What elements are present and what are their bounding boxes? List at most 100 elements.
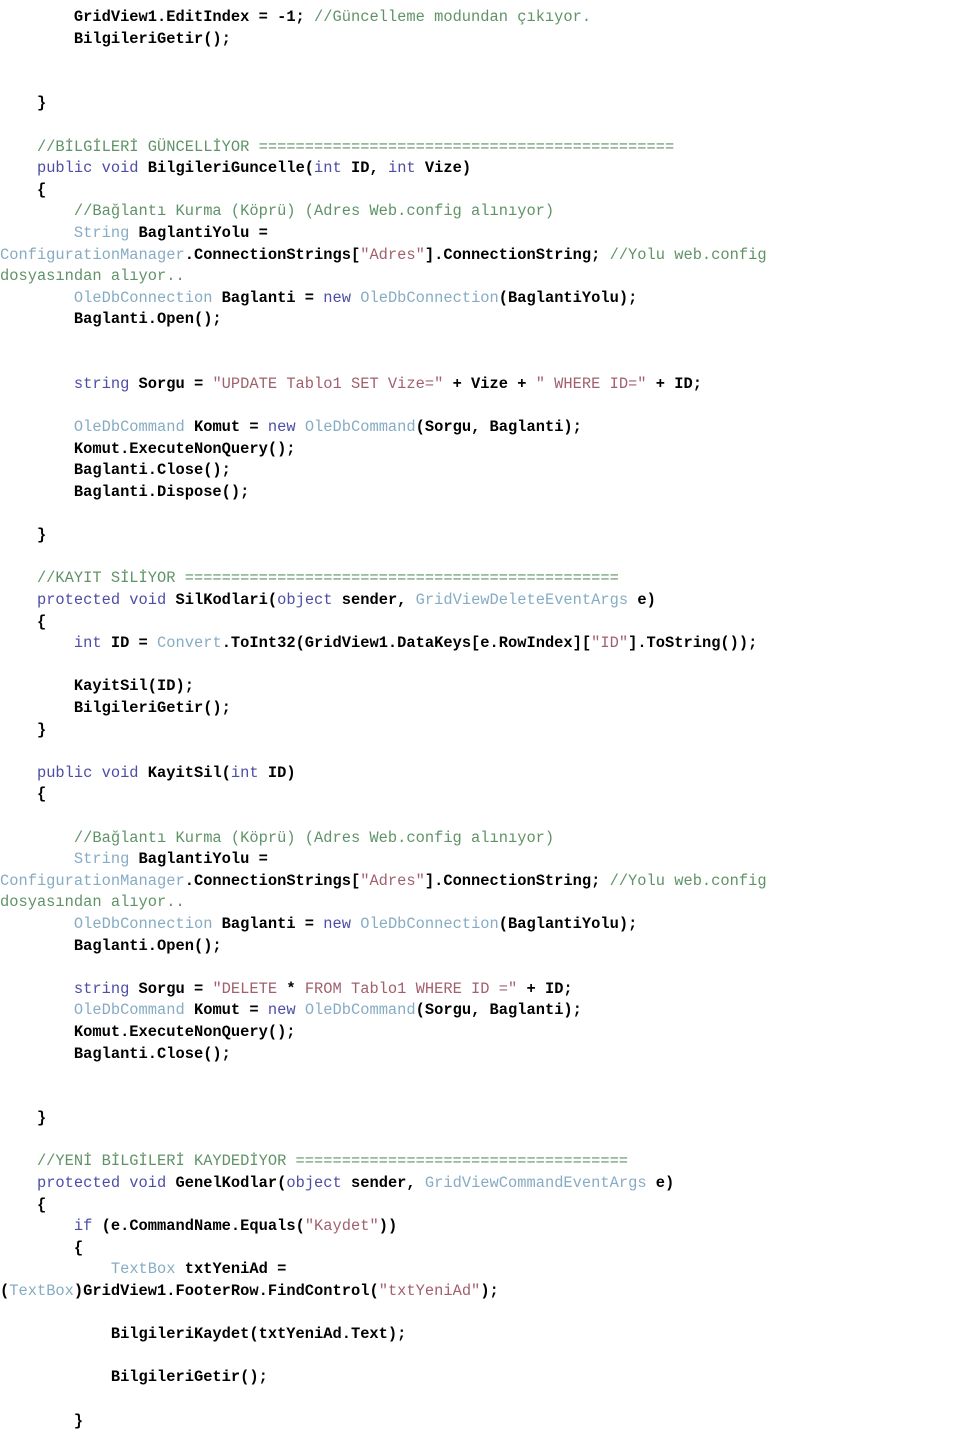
code-token-plain: (Sorgu, Baglanti); bbox=[415, 1001, 582, 1020]
code-line: //KAYIT SİLİYOR ========================… bbox=[0, 568, 960, 590]
code-line: Baglanti.Close(); bbox=[0, 460, 960, 482]
code-token-plain: Sorgu = bbox=[138, 979, 213, 998]
code-line: if (e.CommandName.Equals("Kaydet")) bbox=[0, 1216, 960, 1238]
code-token-type: Convert bbox=[157, 634, 222, 653]
code-token-type: GridViewCommandEventArgs bbox=[424, 1174, 656, 1193]
code-line: Baglanti.Dispose(); bbox=[0, 482, 960, 504]
code-token-keyword: public void bbox=[36, 763, 148, 782]
code-token-keyword: new bbox=[267, 418, 305, 437]
code-token-keyword: new bbox=[323, 914, 361, 933]
code-token-plain: } bbox=[0, 1411, 84, 1430]
code-line: BilgileriGetir(); bbox=[0, 698, 960, 720]
code-token-string: "txtYeniAd" bbox=[378, 1282, 481, 1301]
code-line: BilgileriKaydet(txtYeniAd.Text); bbox=[0, 1324, 960, 1346]
code-token-plain: { bbox=[0, 180, 47, 199]
code-line: } bbox=[0, 93, 960, 115]
code-token-plain: Baglanti.Close(); bbox=[0, 461, 231, 480]
code-token-string: "Adres" bbox=[360, 871, 425, 890]
code-token-type: GridViewDeleteEventArgs bbox=[415, 591, 638, 610]
code-body: GridView1.EditIndex = -1; //Güncelleme m… bbox=[0, 7, 960, 1432]
code-line: //Bağlantı Kurma (Köprü) (Adres Web.conf… bbox=[0, 828, 960, 850]
code-token-plain: BilgileriGetir(); bbox=[0, 699, 231, 717]
code-token-plain: Komut.ExecuteNonQuery(); bbox=[0, 439, 296, 458]
code-line: KayitSil(ID); bbox=[0, 676, 960, 698]
code-token-plain: Sorgu = bbox=[138, 375, 213, 394]
code-token-type: OleDbCommand bbox=[73, 418, 194, 437]
code-token-comment: //Yolu web.config bbox=[609, 871, 767, 890]
code-line: //YENİ BİLGİLERİ KAYDEDİYOR ============… bbox=[0, 1151, 960, 1173]
code-token-plain: (Sorgu, Baglanti); bbox=[415, 418, 582, 437]
code-token-plain: Baglanti.Dispose(); bbox=[0, 483, 250, 502]
code-line: { bbox=[0, 1238, 960, 1260]
code-token-plain: KayitSil( bbox=[147, 763, 231, 782]
code-token-plain: Baglanti.Close(); bbox=[0, 1044, 231, 1063]
code-line: dosyasından alıyor.. bbox=[0, 892, 960, 914]
code-token-plain: ( bbox=[0, 1282, 10, 1301]
code-token-plain: BilgileriGetir(); bbox=[0, 1368, 268, 1387]
code-line: (TextBox)GridView1.FooterRow.FindControl… bbox=[0, 1281, 960, 1303]
code-token-plain: Komut = bbox=[193, 1001, 268, 1020]
code-line: ConfigurationManager.ConnectionStrings["… bbox=[0, 871, 960, 893]
code-token-comment: dosyasından alıyor.. bbox=[0, 893, 185, 912]
code-token-plain: sender, bbox=[351, 1174, 425, 1193]
code-token-plain: ); bbox=[480, 1282, 499, 1301]
code-line: OleDbCommand Komut = new OleDbCommand(So… bbox=[0, 1000, 960, 1022]
code-token-plain: Baglanti = bbox=[221, 914, 324, 933]
code-token-plain: } bbox=[0, 720, 47, 739]
code-line: OleDbConnection Baglanti = new OleDbConn… bbox=[0, 914, 960, 936]
code-line: protected void GenelKodlar(object sender… bbox=[0, 1173, 960, 1195]
code-token-plain: BaglantiYolu = bbox=[138, 850, 268, 869]
code-token-keyword: int bbox=[230, 763, 268, 782]
code-token-keyword: int bbox=[73, 634, 111, 653]
code-token-keyword: if bbox=[73, 1217, 102, 1236]
code-token-comment: //Bağlantı Kurma (Köprü) (Adres Web.conf… bbox=[0, 202, 555, 221]
code-token-string: "Kaydet" bbox=[304, 1217, 379, 1236]
code-token-comment: //Güncelleme modundan çıkıyor. bbox=[314, 8, 592, 26]
code-token-plain: SilKodlari( bbox=[175, 591, 278, 610]
code-line: String BaglantiYolu = bbox=[0, 849, 960, 871]
code-token-plain: ].ConnectionString; bbox=[424, 245, 610, 264]
code-token-type: OleDbCommand bbox=[304, 1001, 416, 1020]
code-token-keyword: object bbox=[286, 1174, 351, 1193]
code-line: OleDbCommand Komut = new OleDbCommand(So… bbox=[0, 417, 960, 439]
code-token-plain: Komut.ExecuteNonQuery(); bbox=[0, 1022, 296, 1041]
code-token-type: OleDbCommand bbox=[304, 418, 416, 437]
code-line: Baglanti.Open(); bbox=[0, 309, 960, 331]
code-token-plain: BilgileriGuncelle( bbox=[147, 159, 315, 178]
code-token-keyword: protected void bbox=[36, 1174, 176, 1193]
code-line: } bbox=[0, 1108, 960, 1130]
code-token-plain: * bbox=[286, 979, 296, 998]
code-token-type: OleDbConnection bbox=[73, 914, 222, 933]
code-token-keyword: int bbox=[387, 159, 425, 178]
code-line: } bbox=[0, 720, 960, 742]
code-line: { bbox=[0, 1195, 960, 1217]
code-line: } bbox=[0, 1411, 960, 1432]
code-line: protected void SilKodlari(object sender,… bbox=[0, 590, 960, 612]
code-token-type: TextBox bbox=[110, 1260, 185, 1279]
code-token-type: TextBox bbox=[9, 1282, 74, 1301]
code-token-plain: BilgileriKaydet(txtYeniAd.Text); bbox=[0, 1325, 407, 1344]
code-token-plain: Baglanti.Open(); bbox=[0, 936, 222, 955]
code-token-keyword: new bbox=[323, 288, 361, 307]
code-line: { bbox=[0, 612, 960, 634]
code-token-comment: //Bağlantı Kurma (Köprü) (Adres Web.conf… bbox=[0, 828, 555, 847]
code-line: //BİLGİLERİ GÜNCELLİYOR ================… bbox=[0, 137, 960, 159]
